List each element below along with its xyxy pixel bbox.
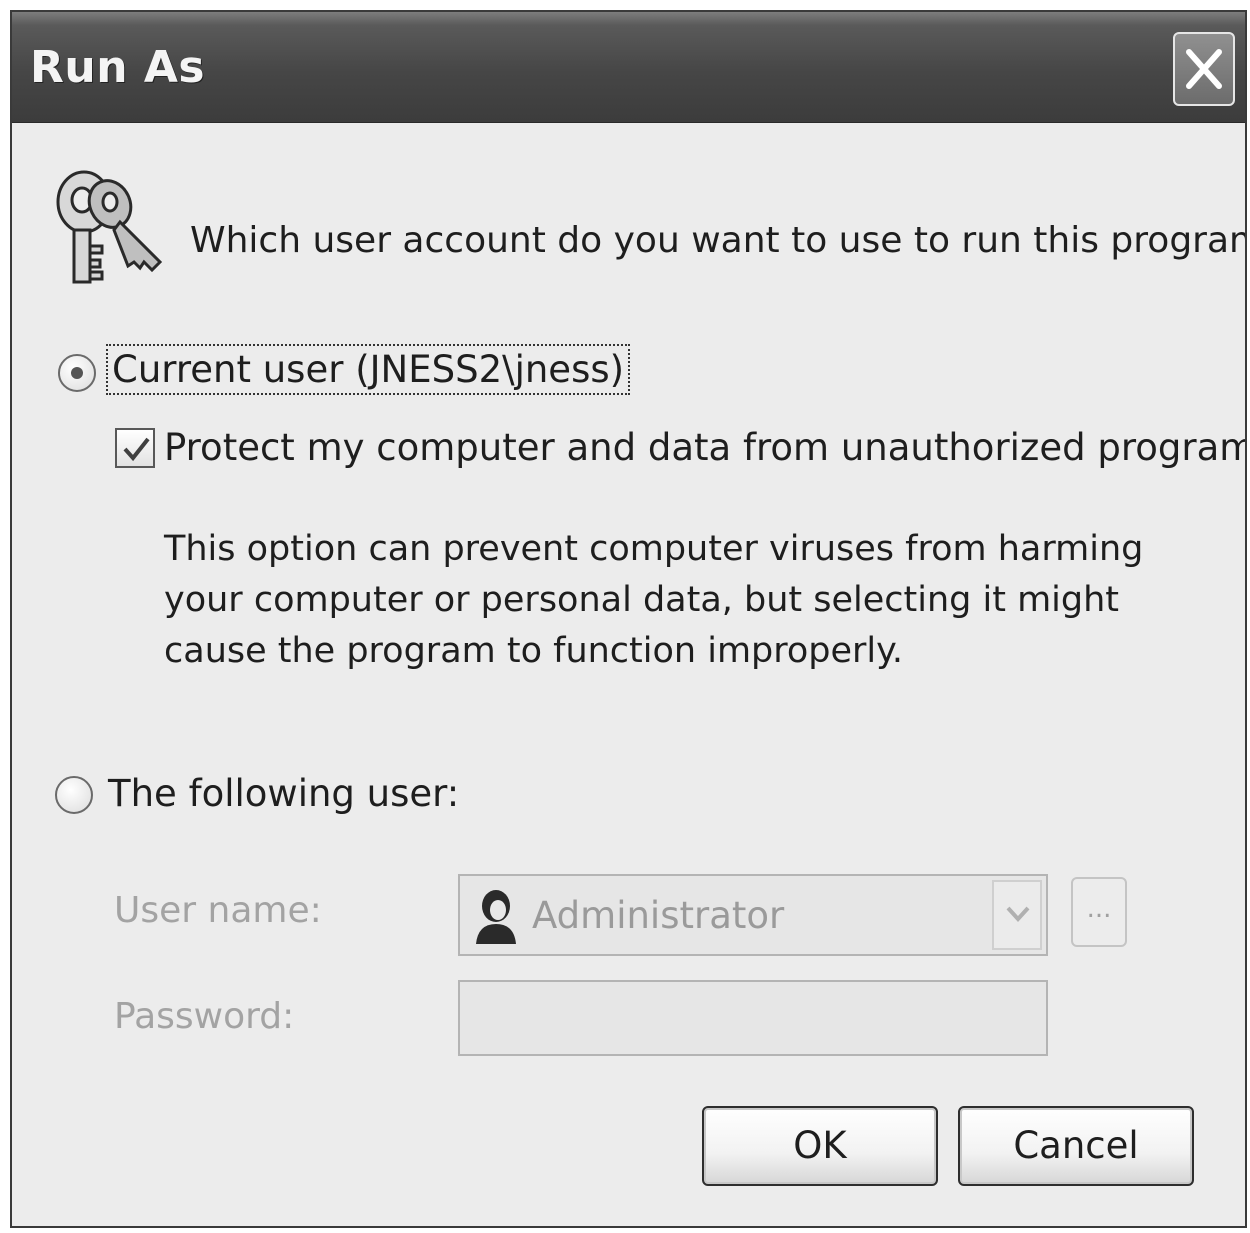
current-user-label: Current user (JNESS2\jness) <box>105 344 631 395</box>
following-user-label[interactable]: The following user: <box>108 772 459 815</box>
cancel-button[interactable]: Cancel <box>958 1106 1194 1186</box>
protect-option-label[interactable]: Protect my computer and data from unauth… <box>164 426 1245 469</box>
close-icon <box>1186 49 1222 89</box>
browse-button[interactable]: ... <box>1071 877 1127 947</box>
close-button[interactable] <box>1173 32 1235 106</box>
following-user-radio[interactable] <box>55 776 93 814</box>
password-label: Password: <box>114 996 295 1037</box>
chevron-down-icon <box>1006 906 1030 922</box>
protect-description: This option can prevent computer viruses… <box>164 529 1144 671</box>
radio-selected-dot <box>71 367 83 379</box>
protect-checkbox[interactable] <box>115 428 155 468</box>
current-user-radio[interactable] <box>58 354 96 392</box>
ok-button[interactable]: OK <box>702 1106 938 1186</box>
username-value: Administrator <box>532 894 785 937</box>
password-field[interactable] <box>458 980 1048 1056</box>
username-combobox[interactable]: Administrator <box>458 874 1048 956</box>
checkmark-icon <box>123 437 150 462</box>
current-user-option[interactable]: Current user (JNESS2\jness) <box>105 344 631 395</box>
username-label: User name: <box>114 890 322 931</box>
prompt-question: Which user account do you want to use to… <box>190 220 1247 261</box>
user-icon <box>476 890 516 944</box>
title-bar[interactable]: Run As <box>12 12 1245 123</box>
run-as-dialog: Run As Which user account do you want to… <box>10 10 1247 1228</box>
window-title: Run As <box>30 42 206 93</box>
keys-icon <box>56 170 163 284</box>
username-dropdown-button[interactable] <box>992 880 1042 950</box>
